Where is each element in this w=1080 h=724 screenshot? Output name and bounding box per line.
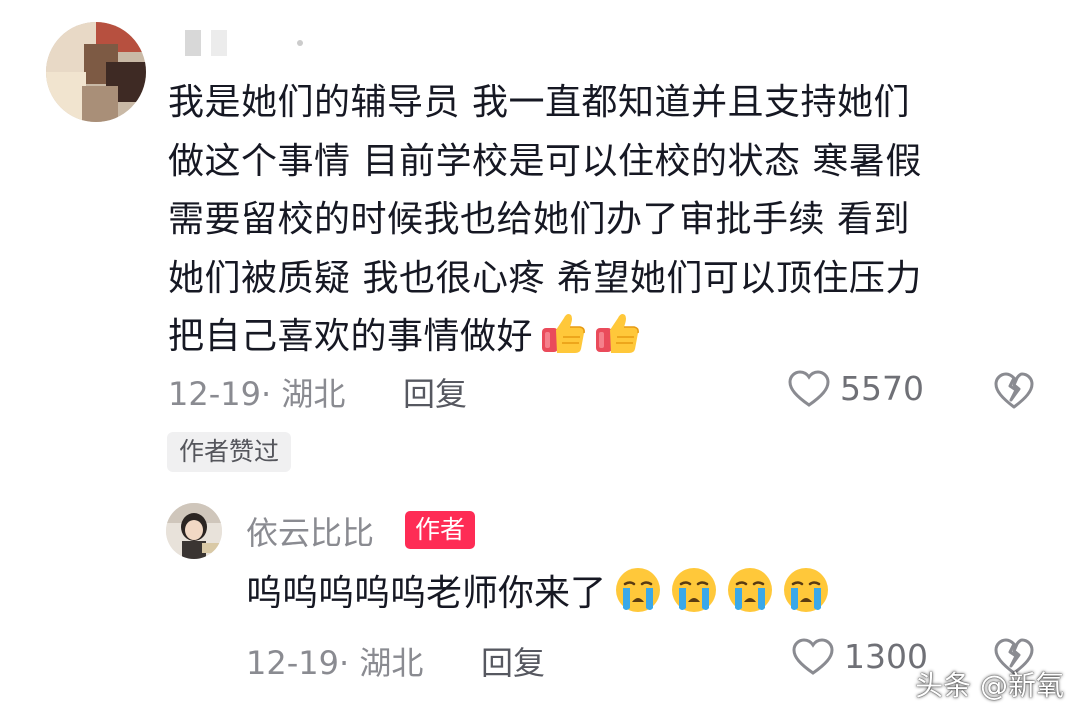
blur-block [211, 30, 227, 56]
reply-button[interactable]: 回复 [403, 369, 467, 415]
reply-text: 呜呜呜呜呜老师你来了 [246, 565, 830, 623]
thumbs-up-icon [596, 314, 639, 353]
crying-face-icon [784, 568, 829, 612]
blur-dot [297, 40, 303, 46]
thumbs-up-icon [542, 314, 585, 353]
heart-icon [792, 637, 834, 675]
crying-face-icon [672, 568, 717, 612]
heart-icon [788, 369, 830, 407]
comment-date-location: 12-19· 湖北 [168, 375, 346, 413]
comment-line: 她们被质疑 我也很心疼 希望她们可以顶住压力 [168, 257, 922, 299]
comment-text: 我是她们的辅导员 我一直都知道并且支持她们 做这个事情 目前学校是可以住校的状态… [168, 74, 1048, 367]
commenter-username-blurred[interactable] [185, 30, 303, 56]
like-button[interactable]: 5570 [788, 369, 924, 408]
comment-line-last: 把自己喜欢的事情做好 [168, 308, 1048, 367]
dislike-icon[interactable] [994, 372, 1034, 410]
comment-line: 做这个事情 目前学校是可以住校的状态 寒暑假 [168, 140, 922, 182]
reply-date-location: 12-19· 湖北 [246, 644, 424, 682]
reply-like-button[interactable]: 1300 [792, 637, 928, 676]
comment-line: 需要留校的时候我也给她们办了审批手续 看到 [168, 199, 910, 240]
crying-face-icon [728, 568, 773, 612]
reply-reply-button[interactable]: 回复 [481, 638, 545, 684]
author-liked-badge: 作者赞过 [167, 432, 292, 472]
reply-avatar[interactable] [166, 503, 222, 559]
reply-text-content: 呜呜呜呜呜老师你来了 [246, 573, 607, 614]
crying-face-icon [616, 568, 661, 612]
author-tag: 作者 [405, 511, 476, 549]
avatar-image [166, 503, 222, 559]
watermark: 头条 @新氧 [915, 669, 1064, 702]
comment-line: 我是她们的辅导员 我一直都知道并且支持她们 [168, 82, 910, 123]
comment-line-text: 把自己喜欢的事情做好 [168, 316, 534, 357]
reply-username[interactable]: 依云比比 [246, 508, 374, 554]
blur-block [185, 30, 201, 56]
like-count: 5570 [840, 369, 924, 408]
commenter-avatar[interactable] [46, 22, 146, 122]
